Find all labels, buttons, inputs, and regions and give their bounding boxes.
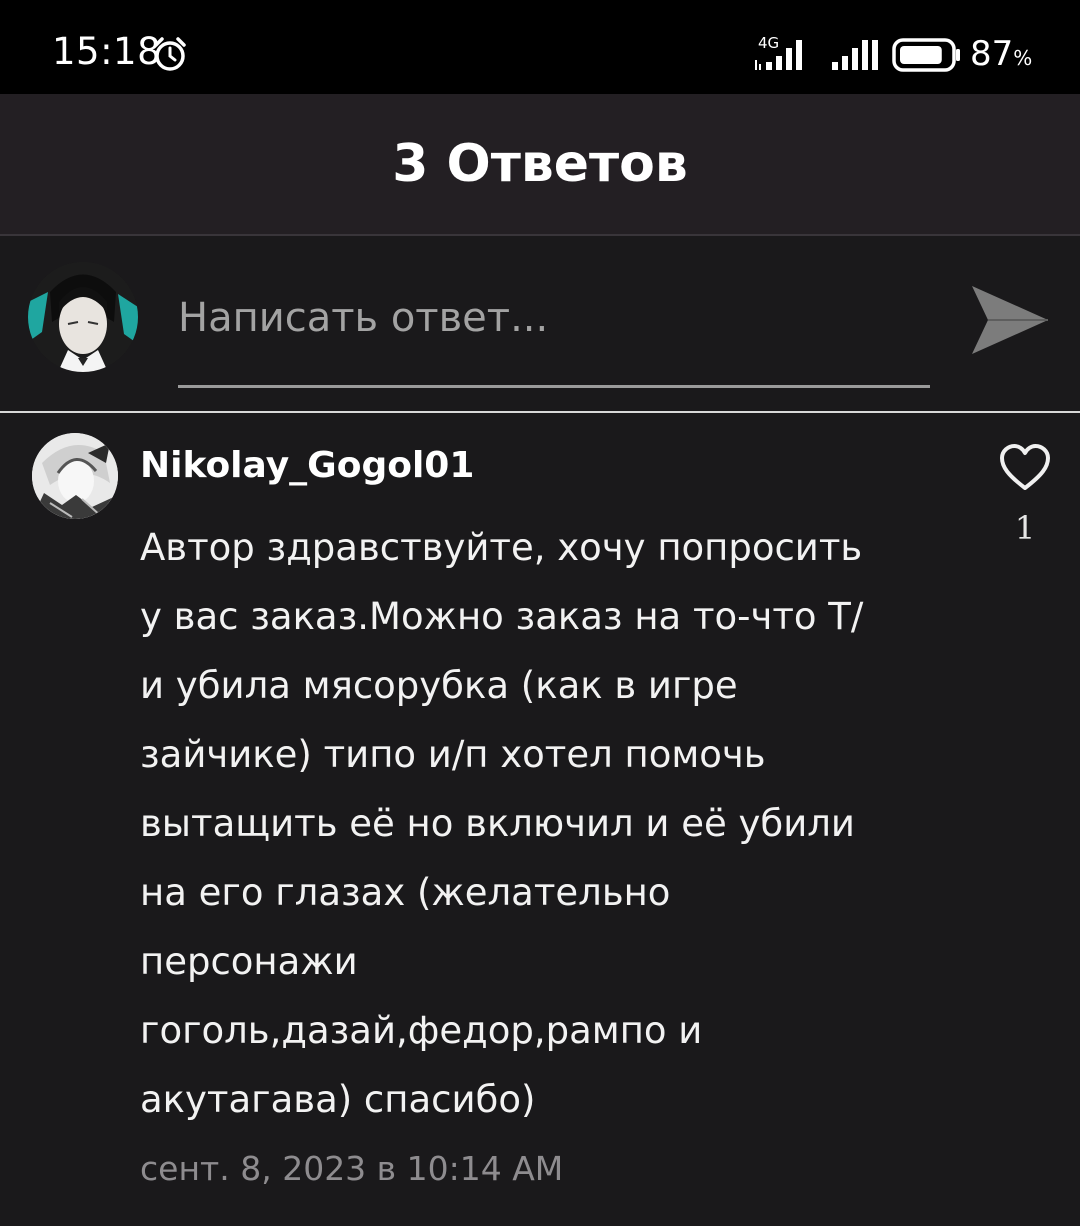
comment-text: Автор здравствуйте, хочу попросить у вас… (140, 513, 940, 1134)
avatar[interactable] (28, 262, 138, 372)
battery-percent: 87% (970, 34, 1033, 74)
comment-text-line: и убила мясорубка (как в игре (140, 664, 738, 707)
status-time: 15:18 (52, 30, 162, 73)
comment-text-line: гоголь,дазай,федор,рампо и (140, 1009, 703, 1052)
comment-text-line: зайчике) типо и/п хотел помочь (140, 733, 766, 776)
reply-input[interactable] (178, 280, 930, 388)
network-type-label: 4G (758, 34, 779, 52)
status-bar: 15:18 4G 87% (0, 0, 1080, 94)
alarm-icon (154, 37, 186, 71)
comment-text-line: акутагава) спасибо) (140, 1078, 536, 1121)
replies-header: 3 Ответов (0, 94, 1080, 236)
comment-text-line: у вас заказ.Можно заказ на то-что Т/ (140, 595, 864, 638)
comment-item: Nikolay_Gogol01 Автор здравствуйте, хочу… (0, 413, 1080, 1226)
comment-text-line: Автор здравствуйте, хочу попросить (140, 526, 863, 569)
page-title: 3 Ответов (392, 134, 688, 194)
avatar-image (28, 262, 138, 372)
comment-text-line: на его глазах (желательно (140, 871, 671, 914)
send-icon[interactable] (966, 282, 1052, 362)
comment-text-line: вытащить её но включил и её убили (140, 802, 855, 845)
4g-signal-icon: 4G (755, 34, 802, 70)
comment-timestamp: сент. 8, 2023 в 10:14 AM (140, 1149, 564, 1188)
comment-author-name[interactable]: Nikolay_Gogol01 (140, 445, 474, 486)
signal-icon (832, 40, 878, 70)
comment-text-line: персонажи (140, 940, 358, 983)
battery-icon (892, 38, 960, 72)
comment-avatar-image (32, 433, 118, 519)
heart-outline-icon[interactable] (998, 443, 1052, 493)
reply-composer (0, 236, 1080, 413)
comment-author-avatar[interactable] (32, 433, 118, 519)
like-count: 1 (1014, 509, 1036, 547)
